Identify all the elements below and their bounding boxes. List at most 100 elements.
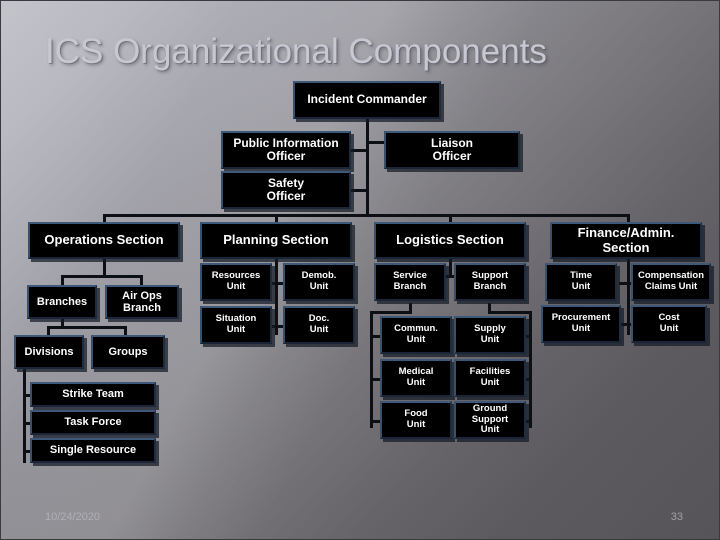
node-label-line2: Unit (571, 323, 591, 334)
node-food-unit[interactable]: Food Unit (380, 401, 452, 439)
connector-food-stub (370, 420, 380, 423)
connector-support-elbow (488, 311, 532, 314)
node-label-line1: Public Information (233, 135, 339, 150)
node-label: Food Unit (398, 409, 433, 430)
node-label: Facilities Unit (464, 367, 517, 388)
connector-commun-stub (370, 335, 380, 338)
node-label: Service Branch (387, 271, 433, 292)
node-label: Time Unit (564, 271, 598, 292)
footer-date: 10/24/2020 (45, 511, 101, 523)
connector-divisions-rail (23, 369, 26, 463)
node-finance-admin-section[interactable]: Finance/Admin. Section (550, 222, 702, 259)
connector-operations-stem (103, 259, 106, 276)
node-label-line2: Section (602, 239, 650, 255)
connector-medical-stub (370, 378, 380, 381)
connector-ic-trunk (366, 119, 369, 216)
node-time-unit[interactable]: Time Unit (545, 263, 617, 301)
node-label-line1: Liaison (430, 135, 473, 150)
node-label: Branches (36, 295, 88, 308)
node-label: Planning Section (223, 232, 329, 248)
node-label: Liaison Officer (425, 135, 479, 164)
node-label: Finance/Admin. Section (572, 224, 681, 255)
node-label: Resources Unit (206, 271, 267, 292)
node-label: Task Force (64, 416, 122, 429)
node-task-force[interactable]: Task Force (30, 410, 156, 435)
node-label-line2: Unit (309, 281, 329, 292)
connector-safety-stub (351, 189, 368, 192)
node-resources-unit[interactable]: Resources Unit (200, 263, 272, 301)
connector-drop-branches (61, 275, 64, 285)
node-label-line2: Unit (226, 281, 246, 292)
connector-drop-airops (140, 275, 143, 285)
connector-pio-stub (351, 149, 368, 152)
node-label-line2: Officer (432, 149, 472, 163)
node-label: Demob. Unit (296, 271, 343, 292)
node-facilities-unit[interactable]: Facilities Unit (454, 359, 526, 397)
node-label: Compensation Claims Unit (633, 271, 709, 292)
node-label-line1: Finance/Admin. (577, 224, 675, 240)
connector-logistics-stem (449, 259, 452, 276)
node-label-line2: Unit (309, 324, 329, 335)
node-label: Operations Section (44, 232, 164, 248)
node-label: Safety Officer (261, 176, 312, 204)
node-demob-unit[interactable]: Demob. Unit (283, 263, 355, 301)
node-supply-unit[interactable]: Supply Unit (454, 316, 526, 354)
node-cost-unit[interactable]: Cost Unit (631, 305, 707, 343)
connector-liaison-stub (366, 141, 384, 144)
connector-planning-stem (275, 259, 278, 335)
connector-service-rail (370, 311, 373, 428)
node-label: Strike Team (62, 388, 124, 401)
node-groups[interactable]: Groups (91, 335, 165, 369)
node-label: Groups (108, 345, 148, 358)
node-support-branch[interactable]: Support Branch (454, 263, 526, 301)
slide-canvas: ICS Organizational Components Incident C… (0, 0, 720, 540)
node-label-line2: Officer (266, 189, 306, 203)
node-label-line2: Unit (480, 377, 500, 388)
node-label-line2: Unit (406, 334, 426, 345)
node-safety-officer[interactable]: Safety Officer (221, 171, 351, 209)
node-divisions[interactable]: Divisions (14, 335, 84, 369)
node-label: Support Branch (466, 271, 514, 292)
node-label-line2: Claims Unit (644, 281, 698, 292)
node-ground-support-unit[interactable]: Ground Support Unit (454, 401, 526, 439)
node-commun-unit[interactable]: Commun. Unit (380, 316, 452, 354)
connector-service-elbow (370, 311, 412, 314)
node-medical-unit[interactable]: Medical Unit (380, 359, 452, 397)
node-label: Divisions (24, 345, 74, 358)
node-logistics-section[interactable]: Logistics Section (374, 222, 526, 259)
node-incident-commander[interactable]: Incident Commander (293, 81, 441, 119)
node-label-line2: Unit (659, 323, 679, 334)
node-service-branch[interactable]: Service Branch (374, 263, 446, 301)
node-air-ops-branch[interactable]: Air Ops Branch (105, 285, 179, 319)
connector-branches-bus (47, 326, 127, 329)
node-label: Incident Commander (307, 92, 427, 107)
node-compensation-claims-unit[interactable]: Compensation Claims Unit (631, 263, 711, 301)
node-label: Procurement Unit (546, 313, 617, 334)
node-single-resource[interactable]: Single Resource (30, 438, 156, 463)
node-public-information-officer[interactable]: Public Information Officer (221, 131, 351, 169)
connector-support-rail (529, 311, 532, 428)
node-planning-section[interactable]: Planning Section (200, 222, 352, 259)
node-label: Situation Unit (210, 314, 263, 335)
node-label-line2: Officer (266, 149, 306, 163)
node-branches[interactable]: Branches (27, 285, 97, 319)
node-label-line1: Air Ops (122, 289, 162, 302)
node-label: Supply Unit (468, 324, 512, 345)
node-strike-team[interactable]: Strike Team (30, 382, 156, 407)
node-procurement-unit[interactable]: Procurement Unit (541, 305, 621, 343)
node-label-line2: Branch (473, 281, 507, 292)
node-label-line2: Unit (480, 334, 500, 345)
node-situation-unit[interactable]: Situation Unit (200, 306, 272, 344)
node-label-line2: Unit (406, 377, 426, 388)
node-label-line2: Unit (226, 324, 246, 335)
node-liaison-officer[interactable]: Liaison Officer (384, 131, 520, 169)
node-doc-unit[interactable]: Doc. Unit (283, 306, 355, 344)
footer-page-number: 33 (670, 511, 683, 523)
connector-drop-divisions (47, 326, 50, 335)
node-label: Medical Unit (393, 367, 440, 388)
node-label: Public Information Officer (227, 135, 344, 164)
node-label-line2: Branch (393, 281, 427, 292)
node-label-line2: Support Unit (471, 413, 509, 436)
node-operations-section[interactable]: Operations Section (28, 222, 180, 259)
node-label: Air Ops Branch (116, 290, 168, 315)
